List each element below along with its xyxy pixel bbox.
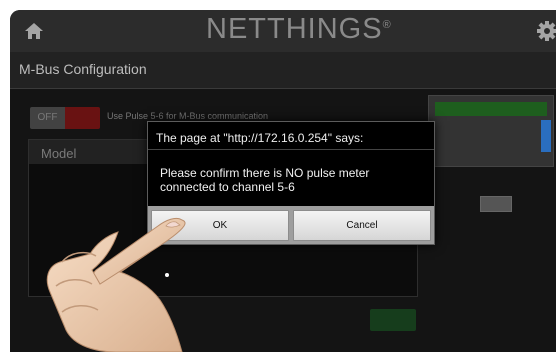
pointing-hand-image — [46, 217, 186, 352]
touch-dot — [165, 273, 169, 277]
